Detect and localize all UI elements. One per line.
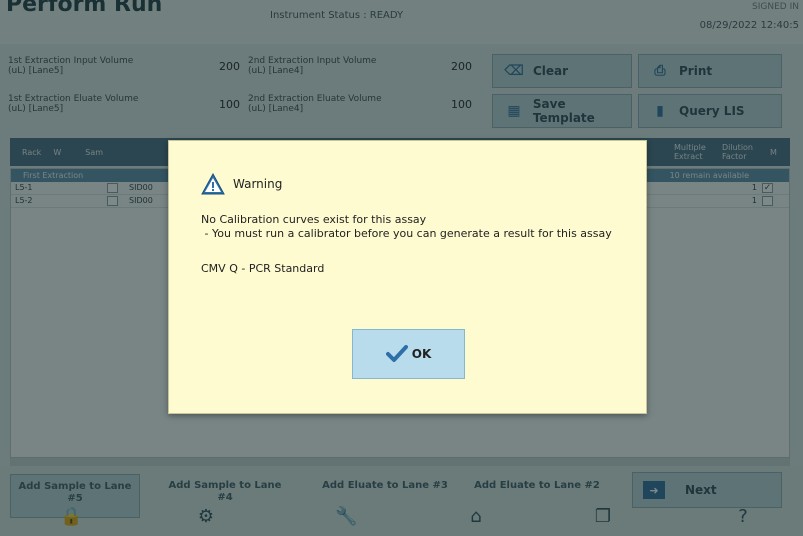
col-m: M (770, 147, 777, 157)
ok-button[interactable]: OK (352, 329, 465, 379)
warning-dialog: Warning No Calibration curves exist for … (168, 140, 647, 414)
param-value[interactable]: 200 (440, 60, 472, 73)
clear-label: Clear (533, 64, 569, 78)
row-count: 1 (751, 196, 757, 205)
col-dilution-factor: Dilution Factor (722, 143, 753, 161)
next-button[interactable]: ➜ Next (632, 472, 782, 508)
window-icon[interactable]: ❐ (592, 506, 614, 528)
col-rack: Rack (22, 147, 42, 157)
row-m-checkbox[interactable]: ✓ (762, 183, 773, 193)
dialog-title: Warning (233, 177, 283, 191)
row-checkbox[interactable] (107, 196, 118, 206)
save-template-label: Save Template (532, 97, 595, 125)
checkmark-icon (385, 345, 408, 362)
page-title: Perform Run (6, 0, 163, 17)
print-label: Print (679, 64, 713, 78)
param-value[interactable]: 100 (440, 98, 472, 111)
gear-icon[interactable]: ⚙ (195, 506, 217, 528)
print-button[interactable]: ⎙ Print (638, 54, 782, 88)
param-value[interactable]: 200 (208, 60, 240, 73)
save-template-button[interactable]: ▦ Save Template (492, 94, 632, 128)
param-label: 1st Extraction Input Volume (uL) [Lane5] (8, 56, 134, 76)
tube-icon: ▮ (656, 103, 664, 119)
help-icon[interactable]: ? (732, 506, 754, 528)
horizontal-scrollbar[interactable] (10, 458, 790, 466)
home-icon[interactable]: ⌂ (465, 506, 487, 528)
clear-button[interactable]: ⌫ Clear (492, 54, 632, 88)
param-row-eluate: 1st Extraction Eluate Volume (uL) [Lane5… (8, 94, 488, 126)
printer-icon: ⎙ (654, 63, 666, 79)
warning-icon (201, 173, 225, 195)
datetime: 08/29/2022 12:40:5 (699, 20, 799, 31)
col-multiple-extract: Multiple Extract (674, 143, 706, 161)
col-w: W (53, 147, 62, 157)
dialog-message-line1: No Calibration curves exist for this ass… (201, 213, 427, 226)
param-row-input: 1st Extraction Input Volume (uL) [Lane5]… (8, 56, 488, 88)
next-label: Next (685, 483, 717, 497)
row-checkbox[interactable] (107, 183, 118, 193)
dialog-header: Warning (201, 173, 282, 195)
add-sample-lane4-button[interactable]: Add Sample to Lane #4 (160, 474, 290, 518)
dialog-assay-name: CMV Q - PCR Standard (201, 262, 325, 275)
add-eluate-lane2-button[interactable]: Add Eluate to Lane #2 (472, 474, 602, 518)
user-status: SIGNED IN (752, 2, 799, 12)
lock-icon[interactable]: 🔒 (60, 506, 82, 528)
remain-count: 10 remain available (669, 171, 749, 180)
param-label: 2nd Extraction Input Volume (uL) [Lane4] (248, 56, 377, 76)
col-sample: Sam (85, 147, 104, 157)
bottom-bar: Add Sample to Lane #5 Add Sample to Lane… (0, 466, 803, 536)
dialog-message-line2: - You must run a calibrator before you c… (201, 227, 612, 240)
row-position: L5-1 (15, 183, 33, 192)
clear-icon: ⌫ (504, 63, 524, 79)
top-bar: Perform Run Instrument Status : READY SI… (0, 0, 803, 44)
param-label: 1st Extraction Eluate Volume (uL) [Lane5… (8, 94, 139, 114)
wrench-icon[interactable]: 🔧 (335, 506, 357, 528)
extraction-params: 1st Extraction Input Volume (uL) [Lane5]… (0, 50, 490, 130)
instrument-status: Instrument Status : READY (270, 10, 404, 21)
row-m-checkbox[interactable] (762, 196, 773, 206)
row-sample-id: SID00 (129, 183, 153, 192)
row-position: L5-2 (15, 196, 33, 205)
group-label: First Extraction (23, 171, 84, 180)
query-lis-button[interactable]: ▮ Query LIS (638, 94, 782, 128)
query-lis-label: Query LIS (679, 104, 745, 118)
arrow-right-icon: ➜ (643, 481, 665, 499)
ok-label: OK (411, 347, 432, 361)
grid-icon: ▦ (507, 103, 521, 119)
row-sample-id: SID00 (129, 196, 153, 205)
row-count: 1 (751, 183, 757, 192)
param-value[interactable]: 100 (208, 98, 240, 111)
param-label: 2nd Extraction Eluate Volume (uL) [Lane4… (248, 94, 382, 114)
